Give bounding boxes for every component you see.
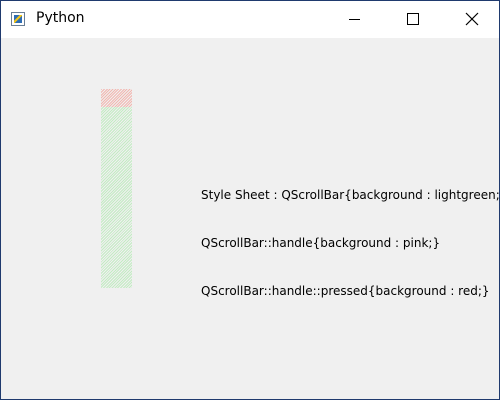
stylesheet-label: Style Sheet : QScrollBar{background : li… — [201, 155, 500, 331]
scrollbar-handle[interactable] — [101, 89, 132, 107]
stylesheet-line: QScrollBar::handle::pressed{background :… — [201, 284, 490, 298]
maximize-button[interactable] — [390, 1, 436, 38]
window-title: Python — [36, 10, 85, 26]
title-bar[interactable]: Python — [1, 1, 499, 38]
maximize-icon — [407, 13, 419, 25]
stylesheet-line: Style Sheet : QScrollBar{background : li… — [201, 188, 500, 202]
stylesheet-line: QScrollBar::handle{background : pink;} — [201, 236, 441, 250]
minimize-icon — [349, 19, 360, 20]
vertical-scrollbar[interactable] — [101, 89, 132, 288]
close-icon — [465, 12, 479, 26]
client-area: Style Sheet : QScrollBar{background : li… — [1, 38, 500, 399]
python-icon — [11, 12, 25, 26]
close-button[interactable] — [449, 1, 495, 38]
minimize-button[interactable] — [331, 1, 377, 38]
app-window: Python Style Sheet : QScrollBar{backgrou… — [0, 0, 500, 400]
